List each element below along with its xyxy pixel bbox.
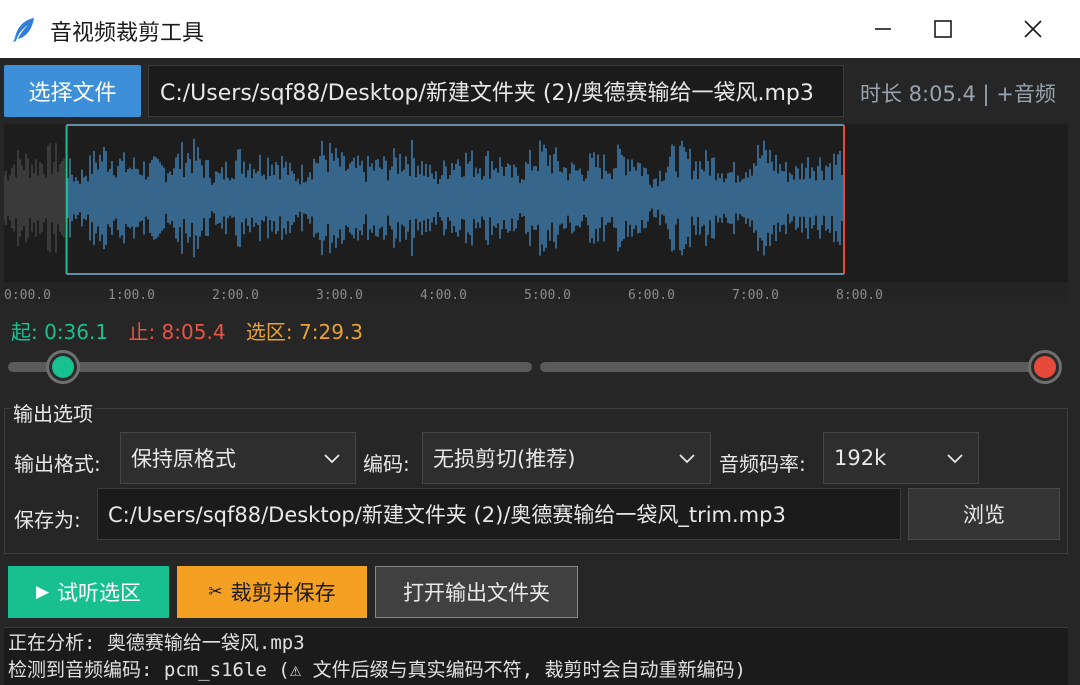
maximize-icon	[934, 20, 952, 38]
time-label: 6:00.0	[628, 288, 675, 303]
range-info: 起: 0:36.1 止: 8:05.4 选区: 7:29.3	[11, 316, 377, 345]
time-label: 0:00.0	[4, 288, 51, 303]
time-label: 3:00.0	[316, 288, 363, 303]
browse-button[interactable]: 浏览	[908, 488, 1060, 540]
maximize-button[interactable]	[913, 0, 973, 58]
title-bar: 音视频裁剪工具	[0, 0, 1080, 58]
time-label: 2:00.0	[212, 288, 259, 303]
waveform-time-axis: 0:00.0 1:00.0 2:00.0 3:00.0 4:00.0 5:00.…	[4, 288, 1068, 303]
codec-value: 无损剪切(推荐)	[433, 447, 576, 471]
play-icon: ▶	[35, 582, 50, 602]
save-as-label: 保存为:	[14, 508, 81, 532]
cut-and-save-button[interactable]: ✂ 裁剪并保存	[177, 566, 367, 618]
bitrate-label: 音频码率:	[719, 452, 806, 476]
selection-length-label: 选区: 7:29.3	[245, 320, 363, 344]
close-icon	[1024, 20, 1042, 38]
time-label: 4:00.0	[420, 288, 467, 303]
log-line: 正在分析: 奥德赛输给一袋风.mp3	[8, 632, 305, 654]
save-path-field[interactable]: C:/Users/sqf88/Desktop/新建文件夹 (2)/奥德赛输给一袋…	[97, 488, 901, 540]
output-options-title: 输出选项	[11, 398, 95, 427]
waveform-panel[interactable]	[4, 124, 1068, 302]
scissors-icon: ✂	[208, 582, 223, 602]
bitrate-select[interactable]: 192k	[823, 432, 979, 484]
window-title: 音视频裁剪工具	[50, 21, 205, 46]
preview-selection-label: 试听选区	[57, 581, 142, 605]
time-label: 1:00.0	[108, 288, 155, 303]
feather-icon	[13, 18, 34, 42]
start-slider-handle[interactable]	[46, 350, 80, 384]
time-label: 7:00.0	[732, 288, 779, 303]
waveform-canvas[interactable]	[4, 124, 1068, 302]
start-slider-track[interactable]	[8, 362, 532, 372]
chevron-down-icon	[324, 454, 340, 464]
start-time-label: 起: 0:36.1	[11, 320, 109, 344]
duration-label: 时长 8:05.4 | +音频	[860, 82, 1056, 106]
log-line: 检测到音频编码: pcm_s16le (⚠ 文件后缀与真实编码不符, 裁剪时会自…	[8, 659, 746, 681]
cut-and-save-label: 裁剪并保存	[230, 581, 336, 605]
select-file-button[interactable]: 选择文件	[4, 65, 141, 117]
end-slider-track[interactable]	[540, 362, 1036, 372]
log-output: 正在分析: 奥德赛输给一袋风.mp3 检测到音频编码: pcm_s16le (⚠…	[4, 627, 1068, 685]
bitrate-value: 192k	[834, 446, 887, 470]
end-handle-dot	[1034, 356, 1056, 378]
close-button[interactable]	[1003, 0, 1063, 58]
time-label: 8:00.0	[836, 288, 883, 303]
end-slider-handle[interactable]	[1028, 350, 1062, 384]
preview-selection-button[interactable]: ▶ 试听选区	[8, 566, 169, 618]
time-label: 5:00.0	[524, 288, 571, 303]
minimize-icon	[875, 28, 891, 30]
chevron-down-icon	[679, 454, 695, 464]
start-handle-dot	[52, 356, 74, 378]
input-path-field[interactable]: C:/Users/sqf88/Desktop/新建文件夹 (2)/奥德赛输给一袋…	[148, 65, 844, 117]
app-body: 选择文件 C:/Users/sqf88/Desktop/新建文件夹 (2)/奥德…	[0, 58, 1080, 685]
output-format-label: 输出格式:	[14, 452, 101, 476]
minimize-button[interactable]	[853, 0, 913, 58]
codec-select[interactable]: 无损剪切(推荐)	[422, 432, 711, 484]
chevron-down-icon	[947, 454, 963, 464]
output-format-select[interactable]: 保持原格式	[120, 432, 356, 484]
end-time-label: 止: 8:05.4	[128, 320, 226, 344]
codec-label: 编码:	[363, 452, 410, 476]
output-format-value: 保持原格式	[131, 447, 236, 471]
open-output-folder-button[interactable]: 打开输出文件夹	[375, 566, 578, 618]
